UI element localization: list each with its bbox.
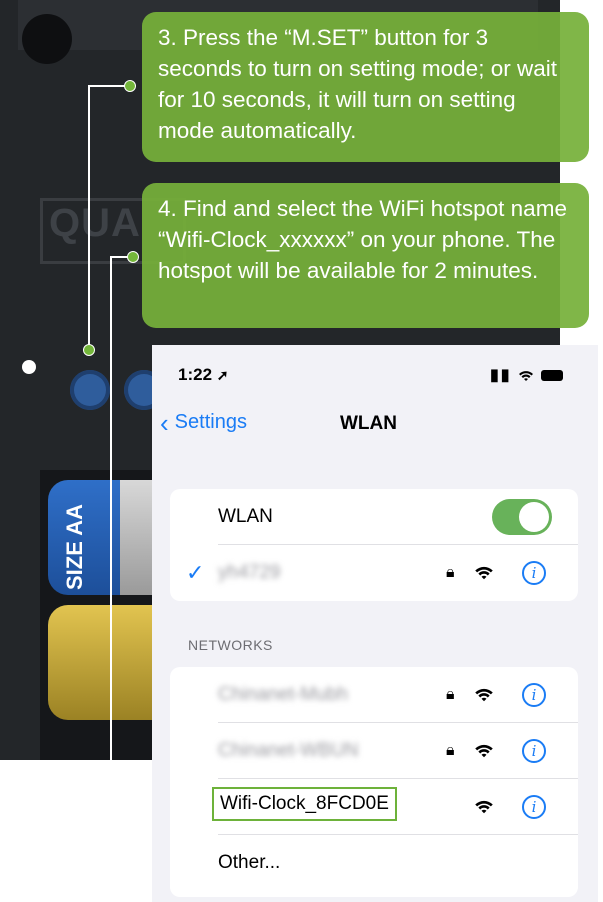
wifi-icon (475, 744, 493, 758)
wifi-icon (475, 688, 493, 702)
instruction-step-3: 3. Press the “M.SET” button for 3 second… (142, 12, 589, 162)
mset-physical-button[interactable] (70, 370, 110, 410)
location-arrow-icon: ➚ (216, 367, 229, 383)
cellular-signal-icon: ▮▮ (490, 367, 512, 384)
device-indicator-dot (22, 360, 36, 374)
instruction-step-4: 4. Find and select the WiFi hotspot name… (142, 183, 589, 328)
network-name: Chinanet-Mubh (218, 684, 348, 705)
network-name: Chinanet-WBUN (218, 740, 359, 761)
other-network-row[interactable]: Other... (170, 835, 578, 891)
hotspot-network-row[interactable]: Wifi-Clock_8FCD0E i (170, 779, 578, 835)
phone-wlan-screen: 1:22 ➚ ▮▮ ‹ Settings WLAN WLAN ✓ yh4729 … (152, 345, 598, 902)
status-time: 1:22 ➚ (178, 365, 229, 384)
networks-group: Chinanet-Mubh 🔒︎ i Chinanet-WBUN 🔒︎ i Wi… (170, 667, 578, 897)
battery-label: SIZE AA (62, 504, 87, 590)
lock-icon: 🔒︎ (446, 564, 455, 581)
leader-line-4-v (110, 256, 112, 806)
leader-line-3-v (88, 85, 90, 350)
device-mount-hole (22, 14, 72, 64)
wifi-icon (475, 800, 493, 814)
device-logo-text: QUA (49, 201, 141, 245)
lock-icon: 🔒︎ (446, 742, 455, 759)
wifi-status-icon (519, 370, 534, 381)
connected-network-row[interactable]: ✓ yh4729 🔒︎ i (170, 545, 578, 601)
info-icon[interactable]: i (522, 795, 546, 819)
wifi-icon (475, 566, 493, 580)
battery-bottom (48, 605, 158, 720)
hotspot-network-name: Wifi-Clock_8FCD0E (212, 787, 397, 821)
wlan-label: WLAN (218, 506, 273, 527)
navigation-bar: ‹ Settings WLAN (152, 403, 598, 447)
back-label: Settings (174, 411, 247, 433)
status-icons: ▮▮ (490, 365, 563, 385)
back-button[interactable]: ‹ Settings (160, 407, 247, 438)
info-icon[interactable]: i (522, 561, 546, 585)
leader-dot-3-start (124, 80, 136, 92)
info-icon[interactable]: i (522, 739, 546, 763)
battery-icon (540, 370, 563, 382)
checkmark-icon: ✓ (186, 560, 205, 585)
network-row[interactable]: Chinanet-WBUN 🔒︎ i (170, 723, 578, 779)
info-icon[interactable]: i (522, 683, 546, 707)
wlan-toggle[interactable] (492, 499, 552, 535)
leader-dot-4-start (127, 251, 139, 263)
toggle-knob (519, 502, 549, 532)
lock-icon: 🔒︎ (446, 686, 455, 703)
networks-section-header: NETWORKS (188, 637, 273, 653)
connected-network-name: yh4729 (218, 562, 281, 583)
leader-dot-3-end (83, 344, 95, 356)
wlan-toggle-row: WLAN (170, 489, 578, 545)
network-row[interactable]: Chinanet-Mubh 🔒︎ i (170, 667, 578, 723)
chevron-left-icon: ‹ (160, 407, 169, 438)
other-network-label: Other... (218, 852, 281, 873)
page-title: WLAN (340, 413, 397, 434)
wlan-group: WLAN ✓ yh4729 🔒︎ i (170, 489, 578, 601)
